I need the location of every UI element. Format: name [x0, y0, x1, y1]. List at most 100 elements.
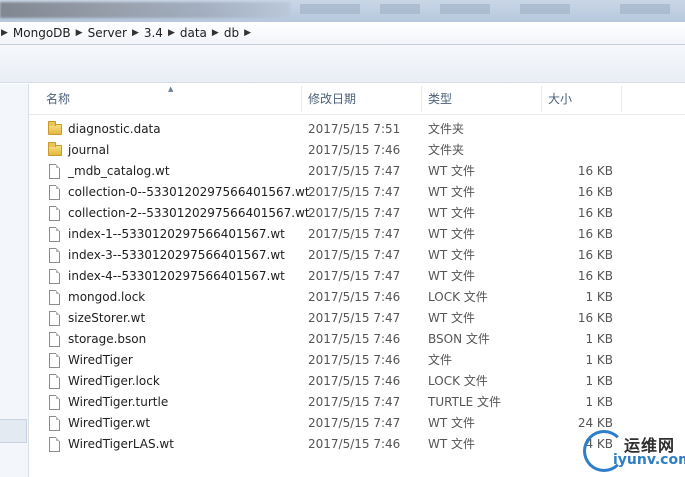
navigation-pane[interactable] [0, 84, 29, 477]
file-date: 2017/5/15 7:47 [308, 269, 401, 283]
file-size: 1 KB [585, 353, 613, 367]
folder-icon [47, 121, 63, 137]
file-row[interactable]: WiredTiger.turtle 2017/5/15 7:47 TURTLE 文件… [29, 392, 685, 413]
folder-icon [47, 142, 63, 158]
file-size: 1 KB [585, 374, 613, 388]
file-name: WiredTiger.turtle [68, 395, 169, 409]
blurred-toolbar-text [620, 4, 670, 14]
file-size: 16 KB [577, 269, 613, 283]
file-icon [47, 416, 63, 431]
file-row[interactable]: journal 2017/5/15 7:46 文件夹 [29, 140, 685, 161]
file-name: index-4--5330120297566401567.wt [68, 269, 285, 283]
file-date: 2017/5/15 7:46 [308, 290, 401, 304]
breadcrumb-item[interactable]: 3.4 [140, 22, 167, 44]
file-type: WT 文件 [428, 227, 476, 241]
file-row[interactable]: WiredTiger.lock 2017/5/15 7:46 LOCK 文件 1 KB [29, 371, 685, 392]
file-icon [47, 248, 63, 263]
chevron-right-icon[interactable]: ▶ [131, 28, 140, 38]
file-row[interactable]: collection-0--5330120297566401567.wt 2017… [29, 182, 685, 203]
file-name: _mdb_catalog.wt [68, 164, 170, 178]
blurred-toolbar-text [440, 4, 490, 14]
chevron-right-icon[interactable]: ▶ [167, 28, 176, 38]
chevron-right-icon[interactable]: ▶ [75, 28, 84, 38]
file-type: WT 文件 [428, 248, 476, 262]
file-date: 2017/5/15 7:47 [308, 416, 401, 430]
blurred-toolbar-text [380, 4, 420, 14]
file-date: 2017/5/15 7:46 [308, 143, 401, 157]
file-size: 16 KB [577, 164, 613, 178]
file-icon [47, 311, 63, 326]
column-header-row: ▲ 名称 修改日期 类型 大小 [29, 84, 685, 115]
file-icon [47, 227, 63, 242]
file-size: 16 KB [577, 206, 613, 220]
file-name: sizeStorer.wt [68, 311, 146, 325]
file-icon [47, 206, 63, 221]
chevron-right-icon[interactable]: ▶ [243, 28, 252, 38]
file-row[interactable]: mongod.lock 2017/5/15 7:46 LOCK 文件 1 KB [29, 287, 685, 308]
file-icon [47, 332, 63, 347]
file-row[interactable]: diagnostic.data 2017/5/15 7:51 文件夹 [29, 119, 685, 140]
file-size: 16 KB [577, 185, 613, 199]
file-date: 2017/5/15 7:47 [308, 227, 401, 241]
file-date: 2017/5/15 7:51 [308, 122, 401, 136]
file-date: 2017/5/15 7:47 [308, 395, 401, 409]
file-name: WiredTiger [68, 353, 133, 367]
file-type: 文件夹 [428, 143, 465, 157]
file-row[interactable]: storage.bson 2017/5/15 7:46 BSON 文件 1 KB [29, 329, 685, 350]
file-row[interactable]: _mdb_catalog.wt 2017/5/15 7:47 WT 文件 16 KB [29, 161, 685, 182]
file-icon [47, 164, 63, 179]
column-divider[interactable] [541, 86, 542, 112]
file-type: WT 文件 [428, 311, 476, 325]
file-icon [47, 395, 63, 410]
file-name: collection-2--5330120297566401567.wt [68, 206, 310, 220]
file-type: LOCK 文件 [428, 374, 488, 388]
breadcrumb-item[interactable]: data [176, 22, 211, 44]
file-size: 16 KB [577, 248, 613, 262]
file-name: WiredTigerLAS.wt [68, 437, 174, 451]
file-icon [47, 185, 63, 200]
breadcrumb-item[interactable]: MongoDB [9, 22, 75, 44]
column-divider[interactable] [621, 86, 622, 112]
file-icon [47, 374, 63, 389]
file-size: 1 KB [585, 395, 613, 409]
breadcrumb-item[interactable]: db [220, 22, 243, 44]
file-type: 文件 [428, 353, 453, 367]
file-type: WT 文件 [428, 437, 476, 451]
file-type: BSON 文件 [428, 332, 490, 346]
navigation-selected-item[interactable] [0, 419, 27, 443]
column-divider[interactable] [301, 86, 302, 112]
column-header-name[interactable]: 名称 [46, 84, 70, 114]
file-date: 2017/5/15 7:46 [308, 353, 401, 367]
file-type: WT 文件 [428, 206, 476, 220]
address-bar[interactable]: ▶ MongoDB ▶ Server ▶ 3.4 ▶ data ▶ db ▶ [0, 22, 685, 45]
file-type: TURTLE 文件 [428, 395, 501, 409]
file-type: LOCK 文件 [428, 290, 488, 304]
file-row[interactable]: WiredTiger 2017/5/15 7:46 文件 1 KB [29, 350, 685, 371]
file-date: 2017/5/15 7:47 [308, 311, 401, 325]
column-header-size[interactable]: 大小 [548, 84, 572, 114]
watermark-en-text: iyunv.com [613, 452, 685, 468]
chevron-right-icon[interactable]: ▶ [0, 28, 9, 38]
file-date: 2017/5/15 7:46 [308, 332, 401, 346]
file-size: 1 KB [585, 290, 613, 304]
file-name: storage.bson [68, 332, 147, 346]
window-title-bar [0, 0, 685, 22]
breadcrumb-item[interactable]: Server [84, 22, 131, 44]
file-name: WiredTiger.lock [68, 374, 160, 388]
file-row[interactable]: sizeStorer.wt 2017/5/15 7:47 WT 文件 16 KB [29, 308, 685, 329]
sort-ascending-icon: ▲ [168, 85, 174, 93]
column-divider[interactable] [421, 86, 422, 112]
file-name: WiredTiger.wt [68, 416, 151, 430]
file-row[interactable]: index-4--5330120297566401567.wt 2017/5/15… [29, 266, 685, 287]
file-name: diagnostic.data [68, 122, 161, 136]
column-header-date[interactable]: 修改日期 [308, 84, 356, 114]
chevron-right-icon[interactable]: ▶ [211, 28, 220, 38]
file-row[interactable]: index-1--5330120297566401567.wt 2017/5/15… [29, 224, 685, 245]
column-header-type[interactable]: 类型 [428, 84, 452, 114]
blurred-title-area [0, 2, 290, 18]
file-row[interactable]: collection-2--5330120297566401567.wt 2017… [29, 203, 685, 224]
file-type: WT 文件 [428, 269, 476, 283]
file-row[interactable]: index-3--5330120297566401567.wt 2017/5/15… [29, 245, 685, 266]
file-name: index-3--5330120297566401567.wt [68, 248, 285, 262]
blurred-toolbar-text [520, 4, 570, 14]
